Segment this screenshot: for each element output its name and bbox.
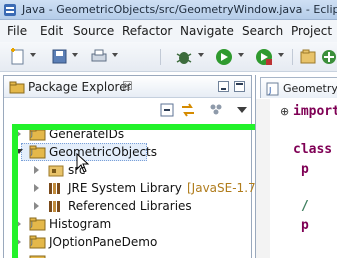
tree-item-label: GenerateIDs <box>49 127 125 141</box>
collapse-arrow-icon[interactable] <box>15 149 23 154</box>
external-tools-dropdown-arrow[interactable] <box>278 53 284 57</box>
svg-text:J: J <box>30 149 33 156</box>
collapse-all-icon[interactable] <box>160 103 174 117</box>
new-dropdown-arrow[interactable] <box>30 53 36 57</box>
link-with-editor-icon[interactable] <box>180 102 196 118</box>
menu-project[interactable]: Project <box>291 24 332 38</box>
svg-text:J: J <box>30 131 33 138</box>
save-dropdown-arrow[interactable] <box>72 53 78 57</box>
editor-ruler <box>256 99 270 258</box>
print-dropdown-arrow[interactable] <box>112 53 118 57</box>
menu-navigate[interactable]: Navigate <box>180 24 234 38</box>
tree-item-jre-system-library[interactable]: JRE System Library [JavaSE-1.7] <box>28 179 260 197</box>
expand-arrow-icon[interactable] <box>16 130 21 138</box>
editor-tab-geometrywindow[interactable]: J GeometryW <box>260 77 337 98</box>
source-folder-icon <box>48 165 64 177</box>
print-icon[interactable] <box>90 48 108 66</box>
tree-item-label: src <box>68 163 86 177</box>
run-icon[interactable] <box>215 48 233 66</box>
maximize-view-icon[interactable] <box>234 81 245 92</box>
tree-item-generateids[interactable]: J GenerateIDs <box>12 125 242 143</box>
main-toolbar <box>0 42 337 72</box>
package-explorer-title[interactable]: Package Explorer <box>28 80 132 94</box>
menu-source[interactable]: Source <box>73 24 114 38</box>
editor-area: J GeometryW ⊕ import class p / p <box>255 75 337 258</box>
eclipse-icon <box>4 4 16 16</box>
svg-text:J: J <box>268 86 271 95</box>
editor-tab-label: GeometryW <box>283 82 337 95</box>
window-title: Java - GeometricObjects/src/GeometryWind… <box>22 3 337 16</box>
tree-item-geometricobjects[interactable]: J GeometricObjects <box>12 143 242 161</box>
debug-icon[interactable] <box>175 48 193 66</box>
code-line: class <box>293 142 333 157</box>
library-icon <box>49 183 60 194</box>
run-dropdown-arrow[interactable] <box>238 53 244 57</box>
expand-arrow-icon[interactable] <box>34 166 39 174</box>
svg-text:J: J <box>30 221 33 228</box>
java-project-icon: J <box>29 145 46 159</box>
tree-item-label: JOptionPaneDemo <box>49 235 158 249</box>
title-bar: Java - GeometricObjects/src/GeometryWind… <box>0 0 337 20</box>
menu-refactor[interactable]: Refactor <box>122 24 172 38</box>
java-project-icon: J <box>29 127 46 141</box>
expand-arrow-icon[interactable] <box>34 202 39 210</box>
tree-item-label: JRE System Library <box>68 181 182 195</box>
view-tab-bar: Package Explorer ☒ <box>4 76 251 98</box>
tree-item-label: Referenced Libraries <box>68 199 192 213</box>
toolbar-separator <box>160 49 161 65</box>
expand-arrow-icon[interactable] <box>34 184 39 192</box>
expand-arrow-icon[interactable] <box>16 238 21 246</box>
code-line: import <box>293 104 337 119</box>
close-view-icon[interactable]: ☒ <box>122 79 133 93</box>
tree-item-label: GeometricObjects <box>49 145 157 159</box>
java-file-icon: J <box>266 82 279 96</box>
svg-text:J: J <box>30 239 33 246</box>
view-toolbar <box>4 99 251 121</box>
tree-item-decoration: [JavaSE-1.7] <box>187 181 261 195</box>
toolbar-separator <box>292 49 293 65</box>
menu-edit[interactable]: Edit <box>40 24 63 38</box>
code-line: p <box>301 162 309 177</box>
debug-dropdown-arrow[interactable] <box>198 53 204 57</box>
save-icon[interactable] <box>52 48 68 66</box>
fold-plus-icon[interactable]: ⊕ <box>280 105 289 118</box>
tree-item-joptionpanedemo[interactable]: J JOptionPaneDemo <box>12 233 242 251</box>
tree-item-src[interactable]: src <box>28 161 248 179</box>
minimize-view-icon[interactable] <box>218 81 229 92</box>
tree-item-partial[interactable] <box>12 251 242 258</box>
code-line: p <box>301 218 309 233</box>
tree-item-histogram[interactable]: J Histogram <box>12 215 242 233</box>
menu-search[interactable]: Search <box>242 24 283 38</box>
new-file-icon[interactable] <box>10 48 26 66</box>
view-menu-arrow[interactable] <box>237 107 247 113</box>
java-project-icon <box>29 255 46 258</box>
java-project-icon: J <box>29 217 46 231</box>
expand-arrow-icon[interactable] <box>16 220 21 228</box>
tree-item-referenced-libraries[interactable]: Referenced Libraries <box>28 197 248 215</box>
library-icon <box>49 201 60 212</box>
menu-bar: File Edit Source Refactor Navigate Searc… <box>0 20 337 42</box>
new-java-project-icon[interactable] <box>300 48 316 66</box>
external-tools-icon[interactable] <box>255 48 273 66</box>
java-project-icon: J <box>29 235 46 249</box>
view-menu-dots-icon[interactable] <box>209 102 223 116</box>
tree-item-label: Histogram <box>49 217 112 231</box>
package-explorer-icon <box>9 81 25 94</box>
code-line: / <box>301 199 309 214</box>
new-class-icon[interactable] <box>321 48 337 66</box>
menu-file[interactable]: File <box>7 24 27 38</box>
